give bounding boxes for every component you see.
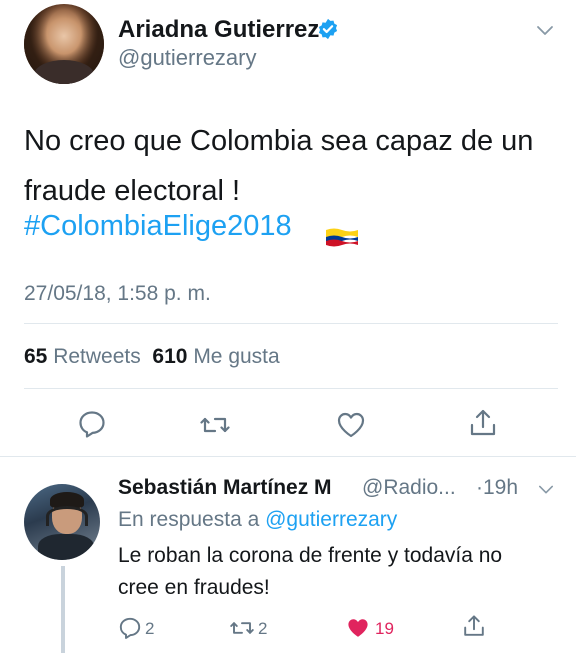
- author-handle[interactable]: @gutierrezary: [118, 45, 257, 71]
- heart-filled-icon[interactable]: [346, 616, 370, 640]
- reply-time[interactable]: ·19h: [476, 476, 518, 500]
- like-count[interactable]: 610: [152, 345, 187, 368]
- thread-line: [61, 566, 65, 653]
- like-label[interactable]: Me gusta: [193, 345, 279, 368]
- hashtag-link[interactable]: #ColombiaElige2018: [24, 210, 292, 243]
- comment-icon[interactable]: [118, 616, 142, 640]
- tweet-text: No creo que Colombia sea capaz de un fra…: [24, 125, 534, 207]
- chevron-down-icon[interactable]: [538, 482, 554, 498]
- retweet-count[interactable]: 65: [24, 345, 47, 368]
- retweet-label[interactable]: Retweets: [53, 345, 141, 368]
- author-avatar[interactable]: [24, 4, 104, 84]
- reply-author-avatar[interactable]: [24, 484, 100, 560]
- reply-like-count: 19: [375, 619, 394, 638]
- in-reply-prefix: En respuesta a: [118, 508, 260, 531]
- heart-icon[interactable]: [336, 410, 366, 440]
- share-icon[interactable]: [468, 408, 498, 438]
- reply-retweet-count: 2: [258, 619, 268, 638]
- reply-author-handle[interactable]: @Radio...: [362, 476, 456, 500]
- colombia-flag-icon: [326, 228, 358, 247]
- divider: [24, 323, 558, 324]
- reply-text: Le roban la corona de frente y todavía n…: [118, 544, 503, 599]
- share-icon[interactable]: [462, 614, 486, 638]
- divider: [0, 456, 576, 457]
- retweet-icon[interactable]: [200, 410, 230, 440]
- in-reply-handle[interactable]: @gutierrezary: [265, 508, 397, 531]
- tweet-timestamp[interactable]: 27/05/18, 1:58 p. m.: [24, 282, 211, 306]
- retweet-icon[interactable]: [230, 616, 254, 640]
- in-reply-to: En respuesta a @gutierrezary: [118, 508, 397, 532]
- reply-author-name[interactable]: Sebastián Martínez M: [118, 476, 332, 500]
- reply-count: 2: [145, 619, 155, 638]
- verified-badge-icon: [318, 18, 338, 40]
- divider: [24, 388, 558, 389]
- comment-icon[interactable]: [77, 409, 107, 439]
- author-name[interactable]: Ariadna Gutierrez: [118, 16, 319, 44]
- chevron-down-icon[interactable]: [536, 22, 554, 40]
- engagement-stats: 65 Retweets 610 Me gusta: [24, 345, 280, 369]
